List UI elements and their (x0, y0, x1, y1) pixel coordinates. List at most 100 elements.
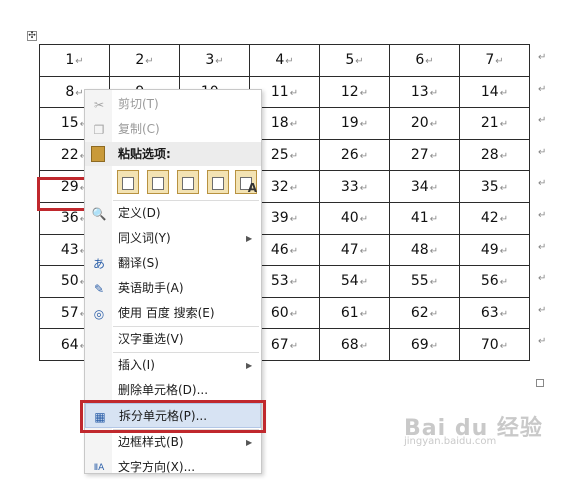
paste-nested-table-button[interactable] (177, 170, 199, 194)
table-cell[interactable]: 13↵ (389, 75, 460, 109)
paste-overwrite-cells-button[interactable] (207, 170, 229, 194)
end-of-cell-mark: ↵ (359, 182, 369, 194)
cell-value: 55 (410, 273, 429, 290)
end-of-cell-mark: ↵ (289, 245, 299, 257)
end-of-cell-mark: ↵ (499, 277, 509, 289)
table-cell[interactable]: 26↵ (319, 138, 390, 172)
table-cell[interactable]: 7↵ (459, 44, 530, 77)
table-cell[interactable]: 41↵ (389, 201, 460, 235)
end-of-row-mark: ↵ (538, 210, 547, 221)
table-cell[interactable]: 12↵ (319, 75, 390, 109)
table-move-handle-icon[interactable]: ✣ (27, 31, 37, 41)
end-of-cell-mark: ↵ (429, 119, 439, 131)
menu-item-cut[interactable]: ✂ 剪切(T) (85, 92, 261, 117)
table-cell[interactable]: 61↵ (319, 296, 390, 330)
table-cell[interactable]: 62↵ (389, 296, 460, 330)
cell-value: 5 (345, 52, 355, 69)
cell-value: 22 (60, 147, 79, 164)
table-cell[interactable]: 54↵ (319, 265, 390, 298)
cell-value: 49 (480, 241, 499, 258)
menu-item-reconvert[interactable]: 汉字重选(V) (85, 327, 261, 352)
table-cell[interactable]: 19↵ (319, 107, 390, 140)
table-cell[interactable]: 14↵ (459, 75, 530, 109)
paste-merge-table-button[interactable] (147, 170, 169, 194)
paste-text-only-button[interactable]: A (235, 170, 257, 195)
define-search-icon: 🔍 (91, 207, 107, 221)
table-cell[interactable]: 1↵ (39, 44, 110, 77)
table-cell[interactable]: 34↵ (389, 170, 460, 203)
table-cell[interactable]: 42↵ (459, 201, 530, 235)
table-cell[interactable]: 48↵ (389, 233, 460, 267)
table-cell[interactable]: 6↵ (389, 44, 460, 77)
table-cell[interactable]: 2↵ (109, 44, 180, 77)
cell-value: 1 (65, 52, 75, 69)
chevron-right-icon: ▶ (246, 361, 253, 370)
paste-overwrite-icon (212, 177, 224, 190)
table-cell[interactable]: 3↵ (179, 44, 250, 77)
paste-keep-source-format-button[interactable] (117, 170, 139, 194)
cell-value: 14 (480, 83, 499, 100)
table-cell[interactable]: 35↵ (459, 170, 530, 203)
split-cells-highlight (80, 400, 266, 433)
table-cell[interactable]: 63↵ (459, 296, 530, 330)
table-cell[interactable]: 27↵ (389, 138, 460, 172)
menu-item-synonyms[interactable]: 同义词(Y) ▶ (85, 226, 261, 251)
cell-value: 4 (275, 52, 285, 69)
end-of-row-mark: ↵ (538, 52, 547, 63)
table-cell[interactable]: 69↵ (389, 328, 460, 361)
paste-text-letter: A (247, 181, 257, 195)
cell-value: 36 (60, 210, 79, 227)
table-cell[interactable]: 28↵ (459, 138, 530, 172)
cell-value: 28 (480, 147, 499, 164)
end-of-cell-mark: ↵ (289, 309, 299, 321)
menu-item-english-assistant[interactable]: ✎ 英语助手(A) (85, 276, 261, 301)
cell-value: 42 (480, 210, 499, 227)
end-of-cell-mark: ↵ (75, 56, 84, 68)
table-cell[interactable]: 47↵ (319, 233, 390, 267)
table-cell[interactable]: 68↵ (319, 328, 390, 361)
table-resize-handle[interactable] (536, 379, 544, 387)
cell-value: 7 (485, 52, 495, 69)
end-of-cell-mark: ↵ (499, 87, 509, 99)
end-of-row-mark: ↵ (538, 83, 547, 95)
cell-value: 69 (410, 336, 429, 353)
end-of-cell-mark: ↵ (429, 277, 439, 289)
menu-item-insert[interactable]: 插入(I) ▶ (85, 353, 261, 378)
end-of-cell-mark: ↵ (289, 340, 299, 352)
table-cell[interactable]: 33↵ (319, 170, 390, 203)
table-cell[interactable]: 21↵ (459, 107, 530, 140)
menu-item-search-baidu-label: 使用 百度 搜索(E) (118, 306, 215, 320)
cell-value: 64 (60, 336, 79, 353)
end-of-row-mark: ↵ (538, 178, 547, 190)
cell-value: 50 (60, 273, 79, 290)
cell-value: 26 (340, 147, 359, 164)
menu-item-define[interactable]: 🔍 定义(D) (85, 201, 261, 226)
table-cell[interactable]: 56↵ (459, 265, 530, 298)
table-cell[interactable]: 40↵ (319, 201, 390, 235)
menu-item-border-styles[interactable]: 边框样式(B) ▶ (85, 430, 261, 455)
table-cell[interactable]: 55↵ (389, 265, 460, 298)
end-of-cell-mark: ↵ (75, 87, 84, 99)
end-of-row-mark: ↵ (538, 241, 547, 253)
menu-item-search-baidu[interactable]: ◎ 使用 百度 搜索(E) (85, 301, 261, 326)
assistant-icon: ✎ (93, 282, 105, 296)
cell-value: 41 (410, 210, 429, 227)
chevron-right-icon: ▶ (246, 234, 253, 243)
end-of-cell-mark: ↵ (359, 340, 369, 352)
end-of-cell-mark: ↵ (499, 214, 509, 226)
table-cell[interactable]: 70↵ (459, 328, 530, 361)
menu-item-translate[interactable]: あ 翻译(S) (85, 251, 261, 276)
end-of-cell-mark: ↵ (359, 87, 369, 99)
end-of-cell-mark: ↵ (359, 309, 369, 321)
table-cell[interactable]: 20↵ (389, 107, 460, 140)
cell-value: 2 (135, 52, 145, 69)
menu-item-text-direction[interactable]: ⅡA 文字方向(X)... (85, 455, 261, 480)
end-of-cell-mark: ↵ (289, 119, 299, 131)
cell-value: 34 (410, 178, 429, 195)
table-cell[interactable]: 5↵ (319, 44, 390, 77)
end-of-row-mark: ↵ (538, 273, 547, 285)
paste-format-icon (122, 177, 134, 190)
table-cell[interactable]: 4↵ (249, 44, 320, 77)
table-cell[interactable]: 49↵ (459, 233, 530, 267)
menu-item-copy[interactable]: ❐ 复制(C) (85, 117, 261, 142)
